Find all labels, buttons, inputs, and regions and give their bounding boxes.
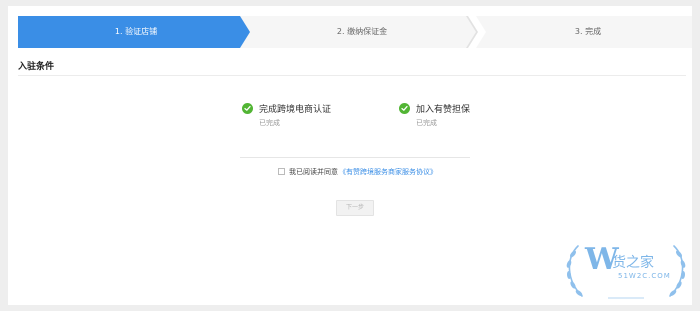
section-divider [18,75,686,76]
step-3-label: 3. 完成 [574,27,602,36]
conditions-divider [240,157,470,158]
agreement-text: 我已阅读并同意 [289,168,338,176]
agreement-checkbox[interactable] [278,168,285,175]
watermark-name: 货之家 [612,255,654,271]
condition-status: 已完成 [416,119,437,127]
section-title: 入驻条件 [18,62,55,72]
condition-label: 加入有赞担保 [416,105,471,115]
condition-label: 完成跨境电商认证 [259,105,332,115]
step-1-verify-shop: 1. 验证店铺 [18,16,250,48]
step-2-label: 2. 缴纳保证金 [336,27,388,36]
condition-status: 已完成 [259,119,280,127]
next-step-button[interactable]: 下一步 [336,200,374,216]
watermark-logo: W 货之家 51W2C.COM [556,238,696,304]
step-1-label: 1. 验证店铺 [114,27,158,36]
step-progress-bar: 1. 验证店铺 2. 缴纳保证金 3. 完成 [18,16,692,48]
check-circle-icon [242,103,253,114]
main-panel: 1. 验证店铺 2. 缴纳保证金 3. 完成 入驻条件 完成跨境电商认证 已完成… [8,6,692,305]
step-2-pay-deposit: 2. 缴纳保证金 [240,16,476,48]
watermark-site: 51W2C.COM [618,272,671,280]
agreement-link[interactable]: 《有赞跨境服务商家服务协议》 [339,167,437,177]
check-circle-icon [399,103,410,114]
step-3-complete: 3. 完成 [476,16,692,48]
